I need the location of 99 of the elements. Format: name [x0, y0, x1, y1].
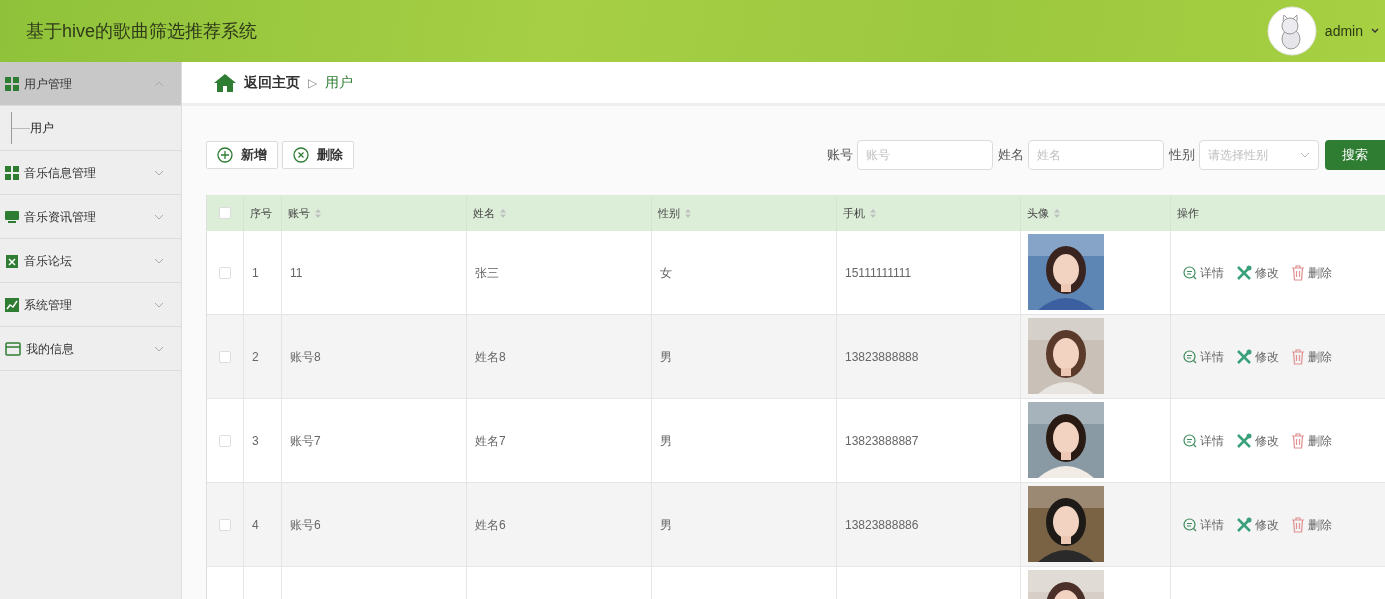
edit-link[interactable]: 修改	[1236, 431, 1279, 450]
sort-icon[interactable]	[685, 208, 691, 218]
table-cell-text: 13823888887	[845, 432, 919, 450]
table-cell-text: 11	[290, 264, 303, 282]
chevron-up-icon	[154, 80, 164, 87]
checkbox[interactable]	[219, 266, 231, 279]
table-cell-text: 账号7	[290, 432, 321, 450]
user-name[interactable]: admin	[1324, 20, 1363, 42]
trash-icon	[1291, 264, 1305, 281]
column-header[interactable]: 姓名	[473, 204, 506, 222]
tools-icon	[1236, 432, 1252, 449]
clipboard-icon	[5, 253, 19, 268]
menu-item[interactable]: 音乐论坛	[0, 239, 181, 283]
table-cell-text: 姓名6	[475, 516, 506, 534]
delete-link[interactable]: 删除	[1291, 515, 1332, 534]
app-title: 基于hive的歌曲筛选推荐系统	[26, 19, 258, 43]
edit-link[interactable]: 修改	[1236, 347, 1279, 366]
menu-item[interactable]: 系统管理	[0, 283, 181, 327]
card-icon	[5, 341, 21, 356]
home-icon[interactable]	[214, 73, 236, 92]
input-field[interactable]: 账号	[857, 140, 993, 170]
table-cell-text: 男	[660, 348, 672, 366]
filter-label: 账号	[827, 146, 853, 165]
sort-icon[interactable]	[315, 208, 321, 218]
column-header[interactable]: 性别	[658, 204, 691, 222]
home-link[interactable]: 返回主页	[244, 72, 300, 93]
user-avatar-icon[interactable]	[1266, 6, 1317, 56]
detail-link[interactable]: 详情	[1183, 431, 1224, 450]
chevron-down-icon	[154, 169, 164, 176]
column-header[interactable]: 手机	[843, 204, 876, 222]
table-cell-text: 姓名7	[475, 432, 506, 450]
table-cell-text: 账号6	[290, 516, 321, 534]
monitor-icon	[5, 209, 19, 224]
grid-icon	[5, 165, 19, 180]
menu-item[interactable]: 音乐信息管理	[0, 151, 181, 195]
column-header: 操作	[1177, 205, 1199, 221]
delete-link[interactable]: 删除	[1291, 347, 1332, 366]
breadcrumb-current: 用户	[325, 73, 353, 92]
plus-circle-icon	[217, 147, 233, 163]
search-icon	[1183, 433, 1197, 448]
sort-icon[interactable]	[1054, 208, 1060, 218]
chevron-down-icon	[154, 257, 164, 264]
column-header[interactable]: 账号	[288, 204, 321, 222]
grid-icon	[5, 76, 19, 91]
menu-item[interactable]: 用户管理	[0, 62, 181, 106]
table-cell-text: 男	[660, 432, 672, 450]
close-circle-icon	[293, 147, 309, 163]
delete-button[interactable]: 删除	[282, 141, 354, 169]
detail-link[interactable]: 详情	[1183, 347, 1224, 366]
search-icon	[1183, 517, 1197, 532]
edit-link[interactable]: 修改	[1236, 263, 1279, 282]
filter-label: 姓名	[998, 146, 1024, 165]
search-icon	[1183, 265, 1197, 280]
table-cell-text: 张三	[475, 264, 499, 282]
filter-label: 性别	[1169, 146, 1195, 165]
table-cell-text: 3	[252, 432, 259, 450]
table-cell-text: 1	[252, 264, 259, 282]
submenu-item[interactable]: 用户	[30, 119, 54, 137]
table-cell-text: 姓名8	[475, 348, 506, 366]
detail-link[interactable]: 详情	[1183, 515, 1224, 534]
breadcrumb-separator: ▷	[308, 74, 317, 92]
table-cell-text: 男	[660, 516, 672, 534]
delete-link[interactable]: 删除	[1291, 263, 1332, 282]
menu-item[interactable]: 音乐资讯管理	[0, 195, 181, 239]
chevron-down-icon	[154, 213, 164, 220]
table-cell-text: 13823888888	[845, 348, 919, 366]
trash-icon	[1291, 432, 1305, 449]
tools-icon	[1236, 348, 1252, 365]
table-cell-text: 账号8	[290, 348, 321, 366]
trash-icon	[1291, 348, 1305, 365]
table-cell-text: 13823888886	[845, 516, 919, 534]
chart-icon	[5, 297, 19, 312]
chevron-down-icon	[154, 345, 164, 352]
search-icon	[1183, 349, 1197, 364]
table-cell-text: 15111111111	[845, 264, 912, 282]
edit-link[interactable]: 修改	[1236, 515, 1279, 534]
checkbox[interactable]	[219, 434, 231, 447]
checkbox[interactable]	[219, 518, 231, 531]
caret-icon[interactable]	[1371, 28, 1379, 34]
table-cell-text: 2	[252, 348, 259, 366]
input-field[interactable]: 姓名	[1028, 140, 1164, 170]
table-cell-text: 女	[660, 264, 672, 282]
detail-link[interactable]: 详情	[1183, 263, 1224, 282]
table-cell-text: 4	[252, 516, 259, 534]
trash-icon	[1291, 516, 1305, 533]
search-button[interactable]: 搜索	[1325, 140, 1385, 170]
sort-icon[interactable]	[500, 208, 506, 218]
tools-icon	[1236, 516, 1252, 533]
delete-link[interactable]: 删除	[1291, 431, 1332, 450]
tools-icon	[1236, 264, 1252, 281]
chevron-down-icon	[1300, 152, 1310, 158]
column-header[interactable]: 头像	[1027, 204, 1060, 222]
checkbox[interactable]	[219, 207, 231, 219]
column-header: 序号	[250, 205, 272, 221]
add-button[interactable]: 新增	[206, 141, 278, 169]
sort-icon[interactable]	[870, 208, 876, 218]
chevron-down-icon	[154, 301, 164, 308]
checkbox[interactable]	[219, 350, 231, 363]
menu-item[interactable]: 我的信息	[0, 327, 181, 371]
